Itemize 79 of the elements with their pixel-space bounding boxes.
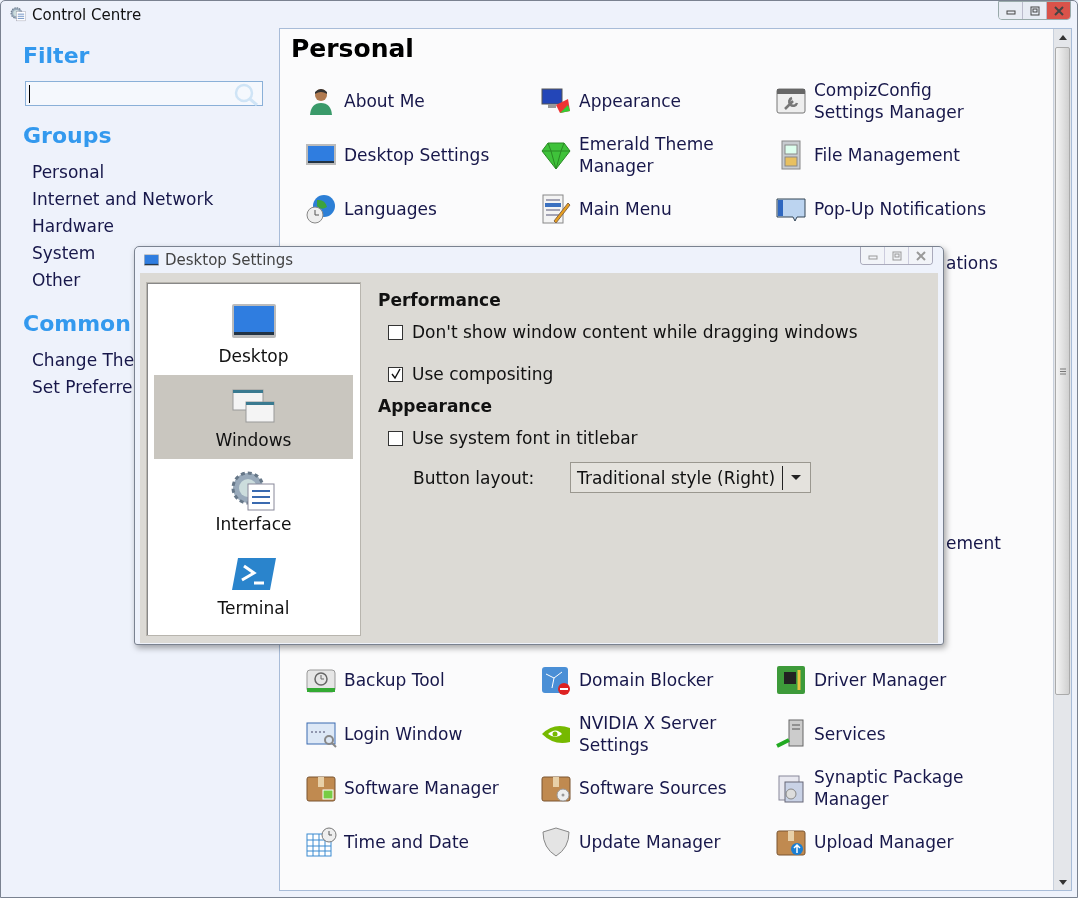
maximize-icon <box>889 249 904 262</box>
shield-icon <box>540 826 572 858</box>
launcher-item[interactable]: Software Sources <box>540 772 727 804</box>
launcher-item[interactable]: Time and Date <box>305 826 470 858</box>
checkbox-label[interactable]: Use system font in titlebar <box>412 428 638 448</box>
grip-icon <box>1058 367 1067 375</box>
search-field[interactable] <box>25 81 263 106</box>
maximize-icon <box>1027 4 1042 17</box>
category-item[interactable]: Desktop <box>154 291 353 375</box>
group-link[interactable]: Hardware <box>32 213 115 240</box>
launcher-item[interactable]: Backup Tool <box>305 664 445 696</box>
launcher-label[interactable]: ations <box>946 253 998 273</box>
launcher-item[interactable]: File Management <box>775 139 960 171</box>
launcher-item[interactable]: Upload Manager <box>775 826 954 858</box>
maximize-button[interactable] <box>884 247 908 264</box>
launcher-item[interactable]: Services <box>775 718 886 750</box>
launcher-item[interactable]: Synaptic Package Manager <box>775 766 1004 810</box>
scroll-thumb[interactable] <box>1055 47 1070 695</box>
checkbox-label[interactable]: Use compositing <box>412 364 554 384</box>
checkbox[interactable] <box>388 430 403 446</box>
field-label: Button layout: <box>413 467 536 488</box>
minimize-button[interactable] <box>861 247 884 264</box>
gem-icon <box>540 139 572 171</box>
section-heading: Filter <box>23 42 90 70</box>
category-item[interactable]: Interface <box>154 459 353 543</box>
task-link[interactable]: Set Preferre <box>32 374 133 401</box>
launcher-item[interactable]: Main Menu <box>540 193 672 225</box>
scrollbar[interactable] <box>1053 29 1071 890</box>
category-item[interactable]: Windows <box>154 375 353 459</box>
window-title: Control Centre <box>32 5 143 24</box>
launcher-item[interactable]: Login Window <box>305 718 463 750</box>
launcher-item[interactable]: Desktop Settings <box>305 139 490 171</box>
monitor-icon <box>143 252 160 268</box>
launcher-item[interactable]: Pop-Up Notifications <box>775 193 986 225</box>
group-link[interactable]: Other <box>32 267 81 294</box>
section-heading: Groups <box>23 122 112 150</box>
group-link[interactable]: Internet and Network <box>32 186 214 213</box>
minimize-button[interactable] <box>999 2 1022 19</box>
map-blocked-icon <box>540 664 572 696</box>
server-icon <box>775 718 807 750</box>
launcher-item[interactable]: Software Manager <box>305 772 499 804</box>
gear-checklist-icon <box>10 6 27 23</box>
dropdown[interactable]: Traditional style (Right) <box>570 462 812 493</box>
globe-clock-icon <box>305 193 337 225</box>
section-heading: Appearance <box>378 395 494 417</box>
group-link[interactable]: Personal <box>32 159 105 186</box>
package-stack-icon <box>775 772 807 804</box>
close-icon <box>1051 4 1066 17</box>
close-button[interactable] <box>908 247 932 264</box>
calendar-clock-icon <box>305 826 337 858</box>
launcher-item[interactable]: Update Manager <box>540 826 721 858</box>
launcher-item[interactable]: Appearance <box>540 85 682 117</box>
group-link[interactable]: System <box>32 240 96 267</box>
launcher-item[interactable]: Languages <box>305 193 437 225</box>
close-button[interactable] <box>1046 2 1070 19</box>
checkbox-label[interactable]: Don't show window content while dragging windows <box>412 322 858 342</box>
checkbox[interactable] <box>388 366 403 382</box>
close-icon <box>913 249 928 262</box>
list-pencil-icon <box>540 193 572 225</box>
circuit-board-icon <box>775 664 807 696</box>
search-icon <box>233 81 259 106</box>
window-wrench-icon <box>775 85 807 117</box>
task-link[interactable]: Change The <box>32 347 135 374</box>
scroll-down-icon <box>1056 877 1069 887</box>
launcher-item[interactable]: Domain Blocker <box>540 664 714 696</box>
caret-icon <box>790 474 803 481</box>
launcher-item[interactable]: CompizConfig Settings Manager <box>775 79 1004 123</box>
launcher-item[interactable]: About Me <box>305 85 425 117</box>
launcher-item[interactable]: Emerald Theme Manager <box>540 133 769 177</box>
category-item[interactable]: Terminal <box>154 543 353 627</box>
dialog-title: Desktop Settings <box>165 251 295 269</box>
section-heading: Performance <box>378 289 502 311</box>
maximize-button[interactable] <box>1022 2 1046 19</box>
section-heading: Common <box>23 310 131 338</box>
checkbox[interactable] <box>388 324 403 340</box>
launcher-item[interactable]: NVIDIA X Server Settings <box>540 712 769 756</box>
launcher-item[interactable]: Driver Manager <box>775 664 947 696</box>
group-heading: Personal <box>291 33 415 65</box>
launcher-label[interactable]: ement <box>946 533 1001 553</box>
